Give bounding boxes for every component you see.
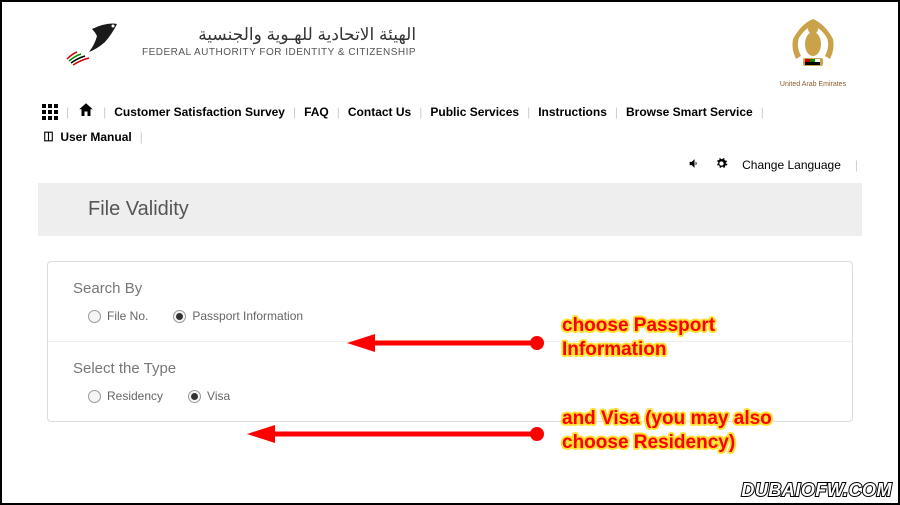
nav-user-manual[interactable]: User Manual [42, 130, 132, 144]
nav-separator: | [855, 158, 858, 172]
emblem-label: United Arab Emirates [768, 81, 858, 88]
nav-instructions[interactable]: Instructions [538, 105, 607, 119]
radio-residency[interactable]: Residency [88, 389, 163, 403]
nav-separator: | [761, 105, 764, 119]
uae-emblem: United Arab Emirates [768, 14, 858, 88]
nav-separator: | [615, 105, 618, 119]
nav-separator: | [103, 105, 106, 119]
sound-icon[interactable] [688, 157, 701, 173]
radio-passport-information[interactable]: Passport Information [173, 309, 303, 323]
watermark: DUBAIOFW.COM [741, 480, 892, 501]
page-title-bar: File Validity [38, 183, 862, 236]
page-title: File Validity [88, 198, 812, 221]
radio-icon [88, 310, 101, 323]
nav-customer-satisfaction[interactable]: Customer Satisfaction Survey [114, 105, 285, 119]
radio-visa[interactable]: Visa [188, 389, 230, 403]
falcon-logo-icon [57, 14, 127, 69]
annotation-text: and Visa (you may also choose Residency) [562, 407, 772, 455]
annotation-1: choose Passport Information [562, 314, 715, 362]
radio-label: Visa [207, 389, 230, 403]
radio-label: Residency [107, 389, 163, 403]
eagle-emblem-icon [781, 14, 846, 79]
nav-contact-us[interactable]: Contact Us [348, 105, 411, 119]
book-icon [42, 130, 60, 144]
radio-icon [188, 390, 201, 403]
nav-browse-smart-service[interactable]: Browse Smart Service [626, 105, 753, 119]
change-language-link[interactable]: Change Language [742, 158, 841, 172]
nav-separator: | [419, 105, 422, 119]
radio-label: File No. [107, 309, 148, 323]
gear-icon[interactable] [715, 157, 728, 173]
main-nav: | | Customer Satisfaction Survey | FAQ |… [2, 93, 898, 152]
home-icon[interactable] [77, 101, 95, 122]
annotation-arrow-2 [247, 423, 547, 445]
utility-bar: Change Language | [2, 152, 898, 183]
page-header: الهيئة الاتحادية للهـوية والجنسية FEDERA… [2, 2, 898, 93]
nav-separator: | [140, 130, 143, 144]
radio-icon [173, 310, 186, 323]
select-type-label: Select the Type [73, 360, 827, 377]
radio-label: Passport Information [192, 309, 303, 323]
nav-separator: | [293, 105, 296, 119]
nav-public-services[interactable]: Public Services [430, 105, 519, 119]
authority-name-english: FEDERAL AUTHORITY FOR IDENTITY & CITIZEN… [142, 47, 416, 58]
nav-faq[interactable]: FAQ [304, 105, 329, 119]
apps-grid-icon[interactable] [42, 104, 58, 120]
authority-name-arabic: الهيئة الاتحادية للهـوية والجنسية [142, 25, 416, 45]
search-by-label: Search By [73, 280, 827, 297]
annotation-2: and Visa (you may also choose Residency) [562, 407, 772, 455]
nav-separator: | [527, 105, 530, 119]
radio-icon [88, 390, 101, 403]
radio-file-no[interactable]: File No. [88, 309, 148, 323]
nav-separator: | [337, 105, 340, 119]
annotation-arrow-1 [347, 332, 547, 354]
search-by-section: Search By File No. Passport Information [48, 262, 852, 341]
nav-separator: | [66, 105, 69, 119]
authority-logo: الهيئة الاتحادية للهـوية والجنسية FEDERA… [57, 14, 416, 69]
annotation-text: choose Passport Information [562, 314, 715, 362]
